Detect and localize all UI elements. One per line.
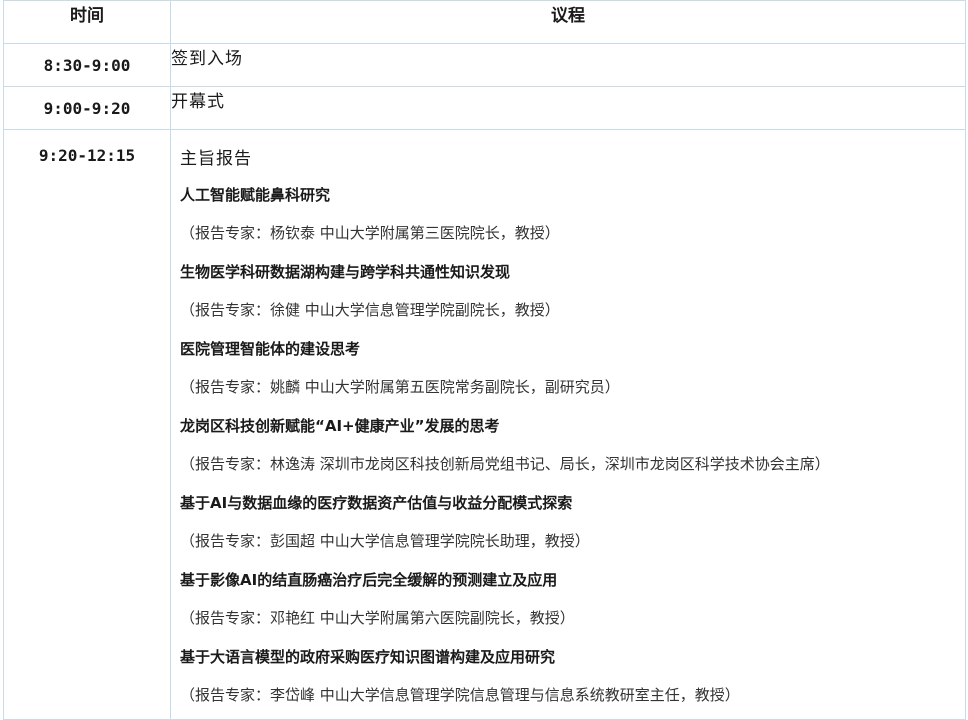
table-row: 9:00-9:20 开幕式 [3,86,966,130]
talk-item: 龙岗区科技创新赋能“AI+健康产业”发展的思考 （报告专家：林逸涛 深圳市龙岗区… [180,411,965,488]
agenda-table: 时间 议程 8:30-9:00 签到入场 9:00-9:20 开幕式 9:20-… [3,0,966,720]
talk-speaker: （报告专家：林逸涛 深圳市龙岗区科技创新局党组书记、局长，深圳市龙岗区科学技术协… [180,455,830,473]
talk-title: 基于AI与数据血缘的医疗数据资产估值与收益分配模式探索 [180,494,573,512]
row-time: 8:30-9:00 [3,43,171,87]
talk-speaker: （报告专家：姚麟 中山大学附属第五医院常务副院长，副研究员） [180,378,620,396]
keynote-row: 9:20-12:15 主旨报告 人工智能赋能鼻科研究 （报告专家：杨钦泰 中山大… [3,129,966,720]
talk-title: 医院管理智能体的建设思考 [180,340,361,358]
talk-title: 龙岗区科技创新赋能“AI+健康产业”发展的思考 [180,417,500,435]
keynote-agenda: 主旨报告 人工智能赋能鼻科研究 （报告专家：杨钦泰 中山大学附属第三医院院长，教… [170,129,966,720]
talk-title: 生物医学科研数据湖构建与跨学科共通性知识发现 [180,263,511,281]
table-row: 8:30-9:00 签到入场 [3,43,966,87]
header-agenda: 议程 [170,0,966,44]
row-agenda: 开幕式 [170,86,966,130]
header-time: 时间 [3,0,171,44]
session-title: 主旨报告 [180,149,252,169]
talk-item: 生物医学科研数据湖构建与跨学科共通性知识发现 （报告专家：徐健 中山大学信息管理… [180,257,965,334]
talk-item: 医院管理智能体的建设思考 （报告专家：姚麟 中山大学附属第五医院常务副院长，副研… [180,334,965,411]
talk-speaker: （报告专家：彭国超 中山大学信息管理学院院长助理，教授） [180,532,590,550]
talk-speaker: （报告专家：徐健 中山大学信息管理学院副院长，教授） [180,301,560,319]
table-header-row: 时间 议程 [3,0,966,44]
keynote-time: 9:20-12:15 [3,129,171,720]
talk-speaker: （报告专家：杨钦泰 中山大学附属第三医院院长，教授） [180,224,560,242]
talk-speaker: （报告专家：邓艳红 中山大学附属第六医院副院长，教授） [180,609,575,627]
row-time: 9:00-9:20 [3,86,171,130]
talk-item: 人工智能赋能鼻科研究 （报告专家：杨钦泰 中山大学附属第三医院院长，教授） [180,180,965,257]
row-agenda: 签到入场 [170,43,966,87]
talk-item: 基于AI与数据血缘的医疗数据资产估值与收益分配模式探索 （报告专家：彭国超 中山… [180,488,965,565]
talk-speaker: （报告专家：李岱峰 中山大学信息管理学院信息管理与信息系统教研室主任，教授） [180,686,740,704]
talk-item: 基于大语言模型的政府采购医疗知识图谱构建及应用研究 （报告专家：李岱峰 中山大学… [180,642,965,719]
talk-title: 基于影像AI的结直肠癌治疗后完全缓解的预测建立及应用 [180,571,558,589]
talk-item: 基于影像AI的结直肠癌治疗后完全缓解的预测建立及应用 （报告专家：邓艳红 中山大… [180,565,965,642]
talk-title: 基于大语言模型的政府采购医疗知识图谱构建及应用研究 [180,648,556,666]
talk-title: 人工智能赋能鼻科研究 [180,186,331,204]
